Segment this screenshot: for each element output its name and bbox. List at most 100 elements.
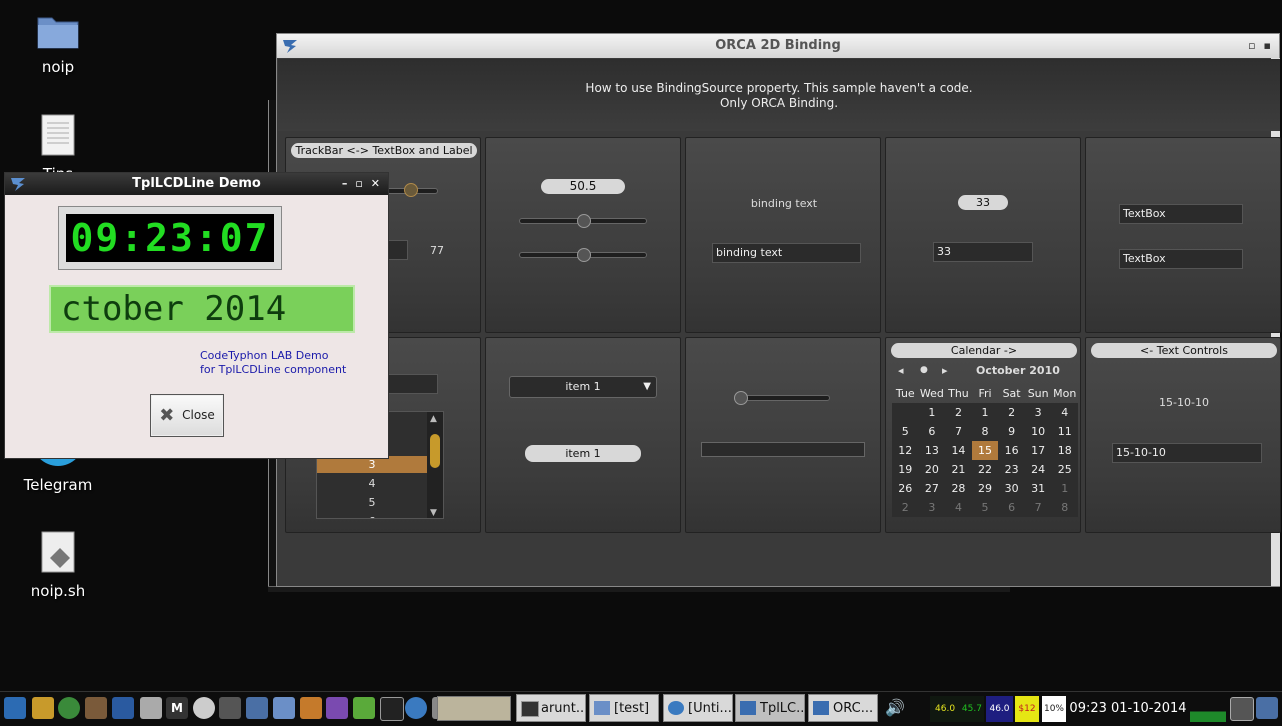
mt-icon[interactable]: M bbox=[166, 697, 188, 719]
calendar-day-other-month[interactable]: 8 bbox=[1051, 498, 1078, 517]
settings-icon[interactable] bbox=[300, 697, 322, 719]
task-folder[interactable]: [test] bbox=[589, 694, 659, 722]
calendar-day[interactable]: 25 bbox=[1051, 460, 1078, 479]
calendar-today-icon[interactable]: ● bbox=[920, 365, 928, 375]
list-item[interactable]: 5 bbox=[317, 493, 427, 512]
maximize-icon[interactable]: ▪ bbox=[1264, 39, 1271, 52]
tools-icon[interactable] bbox=[85, 697, 107, 719]
calendar-day[interactable]: 1 bbox=[972, 403, 999, 422]
lcd-demo-window[interactable]: TplLCDLine Demo – ▫ ✕ 09:23:07 ctober 2014… bbox=[4, 172, 389, 459]
calendar-day[interactable]: 10 bbox=[1025, 422, 1052, 441]
notes-icon[interactable] bbox=[353, 697, 375, 719]
calendar-day-selected[interactable]: 15 bbox=[971, 441, 999, 460]
terminal-icon[interactable] bbox=[219, 697, 241, 719]
calendar-day[interactable]: 7 bbox=[945, 422, 972, 441]
date-textbox[interactable]: 15-10-10 bbox=[1112, 443, 1262, 463]
calendar-day[interactable]: 5 bbox=[892, 422, 919, 441]
calendar-day[interactable]: 8 bbox=[972, 422, 999, 441]
calendar-day[interactable]: 29 bbox=[972, 479, 999, 498]
window-titlebar[interactable]: TplLCDLine Demo – ▫ ✕ bbox=[5, 173, 388, 195]
desktop-icon-noip[interactable]: noip bbox=[13, 12, 103, 76]
list-item[interactable]: 4 bbox=[317, 474, 427, 493]
calendar-day-other-month[interactable]: 1 bbox=[1051, 479, 1078, 498]
scroll-up-icon[interactable]: ▲ bbox=[430, 414, 437, 424]
calendar-day-other-month[interactable]: 6 bbox=[998, 498, 1025, 517]
calendar-day[interactable]: 2 bbox=[945, 403, 972, 422]
editor-icon[interactable] bbox=[326, 697, 348, 719]
combo-box[interactable]: item 1 ▼ bbox=[509, 376, 657, 398]
calendar-day[interactable]: 17 bbox=[1025, 441, 1052, 460]
files-icon[interactable] bbox=[273, 697, 295, 719]
textbox-2[interactable]: TextBox bbox=[1119, 249, 1243, 269]
display-icon[interactable] bbox=[380, 697, 404, 721]
network-icon[interactable] bbox=[140, 697, 162, 719]
scroll-down-icon[interactable]: ▼ bbox=[430, 508, 437, 518]
trackbar-2-thumb[interactable] bbox=[577, 248, 591, 262]
calendar-day[interactable]: 6 bbox=[919, 422, 946, 441]
volume-icon[interactable]: 🔊 bbox=[885, 697, 907, 719]
calendar-day-other-month[interactable]: 7 bbox=[1025, 498, 1052, 517]
calendar-next-icon[interactable]: ▸ bbox=[942, 364, 948, 377]
calendar-day[interactable]: 4 bbox=[1051, 403, 1078, 422]
task-lcd-demo[interactable]: TplLC... bbox=[735, 694, 805, 722]
calendar-day[interactable]: 12 bbox=[892, 441, 919, 460]
launcher-icon[interactable] bbox=[4, 697, 26, 719]
calendar-day[interactable]: 22 bbox=[972, 460, 999, 479]
calendar-day[interactable]: 19 bbox=[892, 460, 919, 479]
calendar-day-other-month[interactable]: 3 bbox=[919, 498, 946, 517]
scroll-thumb[interactable] bbox=[430, 434, 440, 468]
task-orca[interactable]: ORC... bbox=[808, 694, 878, 722]
close-icon[interactable]: ✕ bbox=[371, 177, 380, 190]
calendar-day[interactable]: 2 bbox=[998, 403, 1025, 422]
calendar-day[interactable]: 13 bbox=[919, 441, 946, 460]
calendar-day-other-month[interactable]: 4 bbox=[945, 498, 972, 517]
textbox-1[interactable]: TextBox bbox=[1119, 204, 1243, 224]
calendar-day[interactable]: 24 bbox=[1025, 460, 1052, 479]
progress-trackbar[interactable] bbox=[734, 395, 830, 401]
trackbar-1-thumb[interactable] bbox=[577, 214, 591, 228]
orca-binding-window[interactable]: ORCA 2D Binding ▫ ▪ How to use BindingSou… bbox=[276, 33, 1281, 587]
calendar-day-other-month[interactable]: 2 bbox=[892, 498, 919, 517]
maximize-icon[interactable]: ▫ bbox=[355, 177, 362, 190]
calendar-day[interactable]: 26 bbox=[892, 479, 919, 498]
browser-icon[interactable] bbox=[405, 697, 427, 719]
calendar-day[interactable]: 18 bbox=[1051, 441, 1078, 460]
binding-textbox[interactable]: binding text bbox=[712, 243, 861, 263]
globe-icon[interactable] bbox=[58, 697, 80, 719]
logout-icon[interactable] bbox=[1256, 697, 1278, 719]
calendar-day[interactable]: 9 bbox=[998, 422, 1025, 441]
calendar-prev-icon[interactable]: ◂ bbox=[898, 364, 904, 377]
window-titlebar[interactable]: ORCA 2D Binding ▫ ▪ bbox=[277, 34, 1279, 58]
calendar-day[interactable] bbox=[892, 403, 919, 422]
calendar-day[interactable]: 1 bbox=[919, 403, 946, 422]
workspace-pager[interactable] bbox=[437, 696, 511, 721]
calendar-day[interactable]: 30 bbox=[998, 479, 1025, 498]
list-item[interactable]: 6 bbox=[317, 512, 427, 518]
calendar-day-other-month[interactable]: 5 bbox=[972, 498, 999, 517]
archive-icon[interactable] bbox=[32, 697, 54, 719]
value-textbox[interactable] bbox=[386, 240, 408, 260]
progress-trackbar-thumb[interactable] bbox=[734, 391, 748, 405]
screenshot-icon[interactable] bbox=[246, 697, 268, 719]
disc-icon[interactable] bbox=[193, 697, 215, 719]
task-browser[interactable]: [Unti... bbox=[663, 694, 733, 722]
calendar-day[interactable]: 23 bbox=[998, 460, 1025, 479]
minimize-icon[interactable]: ▫ bbox=[1248, 39, 1255, 52]
task-terminal[interactable]: arunt... bbox=[516, 694, 586, 722]
calendar-grid[interactable]: Tue Wed Thu Fri Sat Sun Mon 1 2 1 2 3 4 … bbox=[892, 384, 1078, 517]
trackbar-thumb[interactable] bbox=[404, 183, 418, 197]
calendar-day[interactable]: 14 bbox=[945, 441, 972, 460]
list-scrollbar[interactable]: ▲ ▼ bbox=[427, 412, 443, 518]
media-icon[interactable] bbox=[112, 697, 134, 719]
calendar-day[interactable]: 27 bbox=[919, 479, 946, 498]
number-textbox[interactable]: 33 bbox=[933, 242, 1033, 262]
calendar-day[interactable]: 3 bbox=[1025, 403, 1052, 422]
desktop-icon-noip-sh[interactable]: noip.sh bbox=[13, 530, 103, 600]
calendar-day[interactable]: 28 bbox=[945, 479, 972, 498]
calendar-day[interactable]: 31 bbox=[1025, 479, 1052, 498]
calendar-day[interactable]: 11 bbox=[1051, 422, 1078, 441]
calendar-day[interactable]: 16 bbox=[998, 441, 1025, 460]
calendar-day[interactable]: 20 bbox=[919, 460, 946, 479]
clock[interactable]: 09:23 01-10-2014 bbox=[1069, 696, 1187, 722]
close-button[interactable]: ✖ Close bbox=[150, 394, 224, 437]
